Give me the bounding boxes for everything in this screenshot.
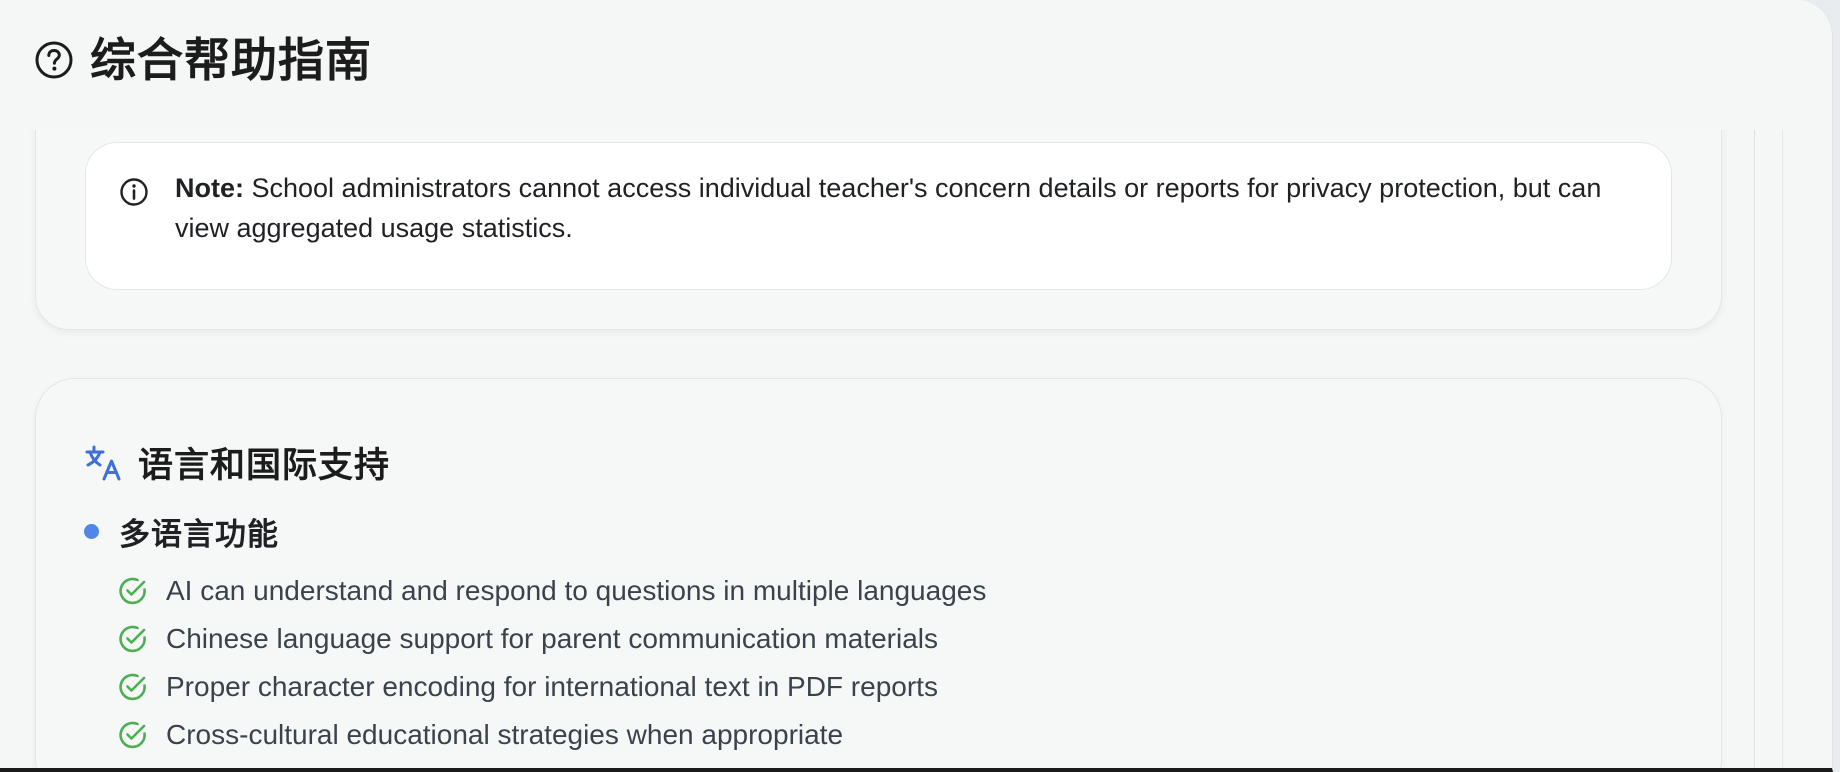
note-body: School administrators cannot access indi… bbox=[175, 173, 1602, 243]
check-circle-icon bbox=[119, 721, 146, 749]
check-circle-icon bbox=[119, 673, 146, 701]
feature-list: AI can understand and respond to questio… bbox=[118, 567, 986, 759]
language-support-card: 语言和国际支持 多语言功能 AI can understand and resp… bbox=[35, 378, 1722, 768]
list-item: Chinese language support for parent comm… bbox=[118, 615, 986, 663]
list-item: Proper character encoding for internatio… bbox=[118, 663, 986, 711]
check-circle-icon bbox=[119, 577, 146, 605]
note-callout: Note: School administrators cannot acces… bbox=[85, 142, 1672, 290]
info-icon bbox=[120, 178, 148, 206]
feature-text: Proper character encoding for internatio… bbox=[166, 671, 938, 702]
feature-text: Cross-cultural educational strategies wh… bbox=[166, 719, 844, 750]
window-edge-divider bbox=[1782, 130, 1783, 768]
page-title: 综合帮助指南 bbox=[90, 34, 372, 86]
help-circle-icon bbox=[35, 41, 73, 79]
scrollbar-track[interactable] bbox=[1754, 130, 1755, 768]
bullet-dot bbox=[84, 524, 99, 539]
feature-text: AI can understand and respond to questio… bbox=[166, 575, 987, 606]
check-circle-icon bbox=[119, 625, 146, 653]
scroll-content[interactable]: Note: School administrators cannot acces… bbox=[0, 130, 1832, 768]
list-item: Cross-cultural educational strategies wh… bbox=[118, 711, 986, 759]
translate-icon bbox=[85, 445, 121, 480]
note-text: Note: School administrators cannot acces… bbox=[175, 168, 1625, 248]
section-header: 语言和国际支持 bbox=[84, 437, 390, 488]
subsection-header: 多语言功能 bbox=[84, 509, 279, 554]
section-title: 语言和国际支持 bbox=[138, 446, 391, 485]
subsection-title: 多语言功能 bbox=[119, 517, 279, 552]
help-guide-window: 综合帮助指南 Note: School administrators canno… bbox=[0, 0, 1833, 772]
note-label: Note: bbox=[175, 173, 244, 203]
page-header: 综合帮助指南 bbox=[34, 28, 372, 92]
privacy-section-card: Note: School administrators cannot acces… bbox=[35, 130, 1722, 330]
list-item: AI can understand and respond to questio… bbox=[118, 567, 986, 615]
feature-text: Chinese language support for parent comm… bbox=[166, 623, 938, 654]
